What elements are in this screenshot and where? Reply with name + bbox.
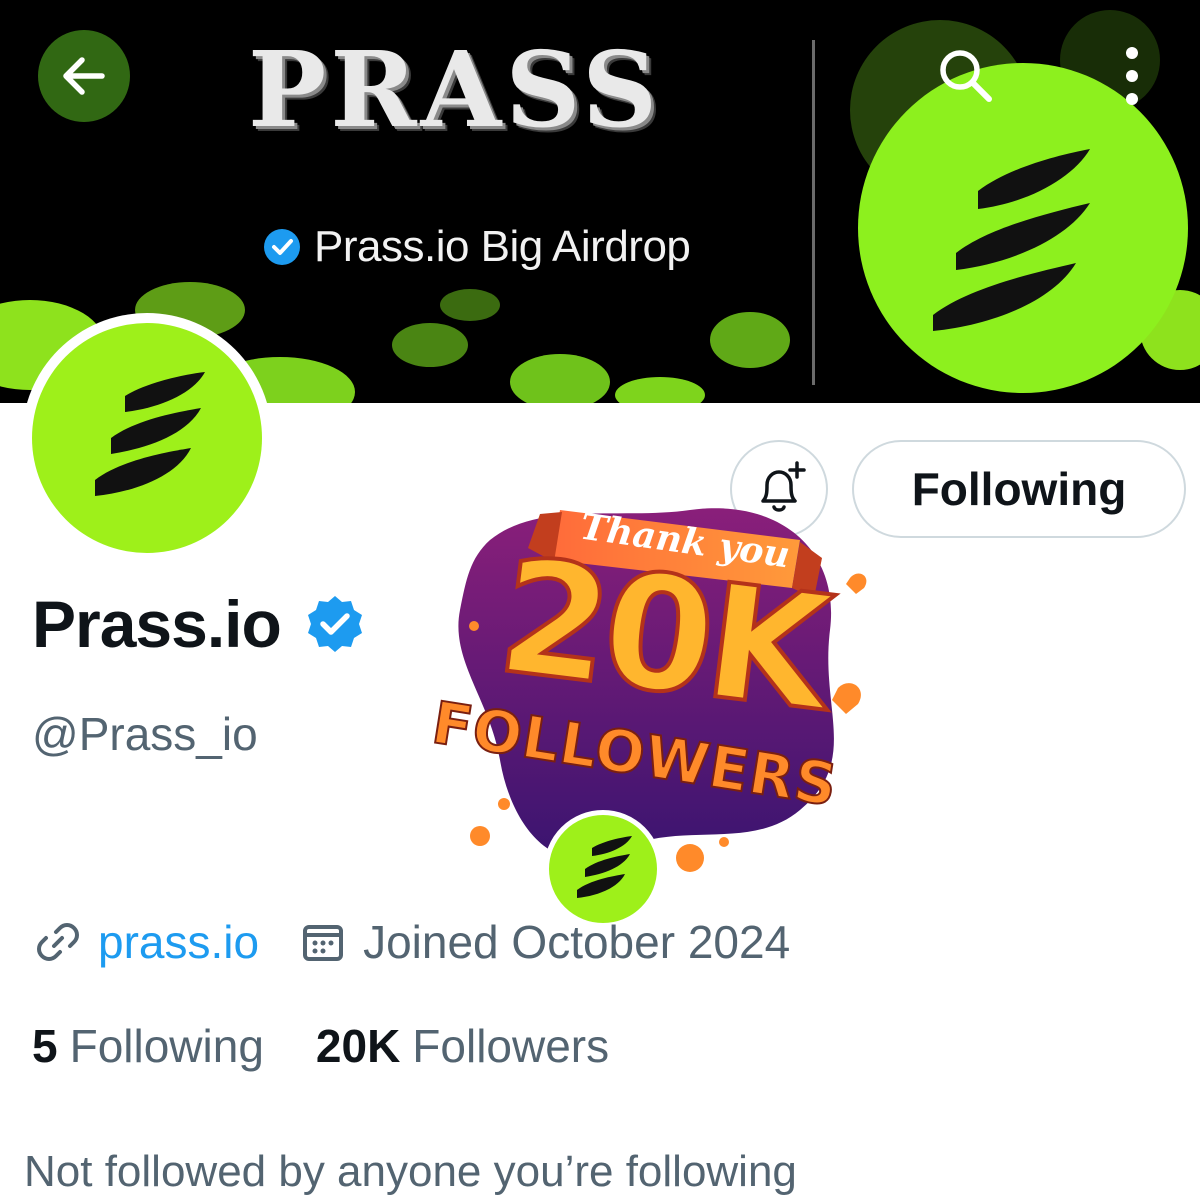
back-button[interactable] <box>38 30 130 122</box>
sticker-logo <box>544 810 662 928</box>
avatar[interactable] <box>22 313 272 563</box>
followers-label: Followers <box>412 1020 610 1072</box>
more-options-button[interactable] <box>1086 30 1178 122</box>
followers-stat[interactable]: 20K Followers <box>316 1016 609 1076</box>
banner-subtitle: Prass.io Big Airdrop <box>314 222 691 271</box>
banner-subtitle-row: Prass.io Big Airdrop <box>262 220 691 274</box>
arrow-left-icon <box>63 57 105 95</box>
search-button[interactable] <box>920 30 1012 122</box>
profile-handle: @Prass_io <box>32 708 258 760</box>
avatar-logo <box>32 323 262 553</box>
joined-date: Joined October 2024 <box>363 916 791 968</box>
banner-title: PRASS <box>248 28 662 151</box>
search-icon <box>940 50 992 102</box>
following-stat[interactable]: 5 Following <box>32 1016 264 1076</box>
followers-count: 20K <box>315 1020 401 1072</box>
link-icon <box>30 914 86 970</box>
profile-name-row: Prass.io <box>32 584 367 664</box>
following-button[interactable]: Following <box>852 440 1186 538</box>
more-vertical-icon <box>1126 47 1138 105</box>
website-link[interactable]: prass.io <box>98 912 259 972</box>
calendar-icon <box>295 914 351 970</box>
verified-badge-icon <box>264 229 300 265</box>
follow-stats: 5 Following 20K Followers <box>32 1016 609 1076</box>
thank-you-20k-sticker: Thank you 20K FOLLOWERS <box>420 480 890 928</box>
profile-meta-row: prass.io Joined October 2024 <box>30 912 790 972</box>
following-count: 5 <box>32 1020 58 1072</box>
verified-badge-icon[interactable] <box>303 592 367 656</box>
display-name: Prass.io <box>32 587 282 661</box>
following-label: Following <box>69 1020 264 1072</box>
mutual-followers-text: Not followed by anyone you’re following <box>24 1147 797 1196</box>
